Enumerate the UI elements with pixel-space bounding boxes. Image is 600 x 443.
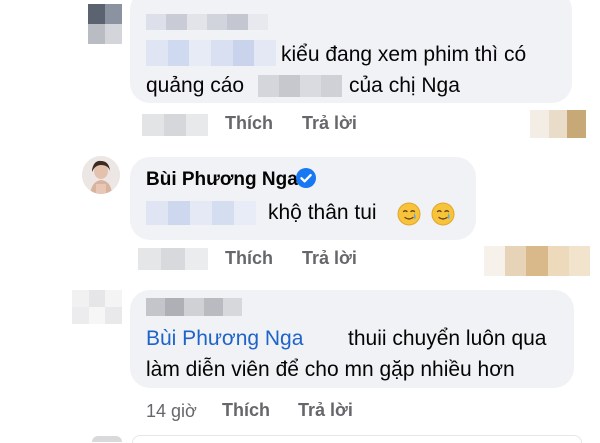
reply-text: khộ thân tui — [268, 201, 377, 224]
reply-button-2[interactable]: Trả lời — [302, 248, 357, 269]
blurred-reactions-2 — [484, 246, 590, 276]
comment-text-line-2b: của chị Nga — [349, 74, 460, 97]
blurred-time-1 — [142, 114, 208, 136]
blurred-time-2 — [138, 248, 208, 270]
avatar-blurred-3[interactable] — [72, 290, 122, 324]
mention-link[interactable]: Bùi Phương Nga — [146, 324, 303, 354]
like-button-2[interactable]: Thích — [225, 248, 273, 269]
blurred-mention-1 — [146, 40, 276, 66]
avatar-partial-bottom — [92, 436, 122, 442]
like-button-3[interactable]: Thích — [222, 400, 270, 421]
avatar-blurred-1[interactable] — [88, 4, 122, 44]
comment-text-line-2a: quảng cáo — [146, 74, 245, 97]
blurred-mention-2 — [146, 201, 256, 225]
crying-smile-emoji — [397, 202, 461, 226]
avatar-bui-phuong-nga[interactable] — [82, 156, 120, 194]
blurred-name-1 — [146, 14, 268, 30]
like-button-1[interactable]: Thích — [225, 113, 273, 134]
blurred-name-3 — [146, 298, 242, 316]
comment-text-3-line-2: làm diễn viên để cho mn gặp nhiều hơn — [146, 358, 515, 381]
blurred-word-1 — [258, 75, 342, 97]
reply-button-3[interactable]: Trả lời — [298, 400, 353, 421]
comment-text-line-1: kiểu đang xem phim thì có — [281, 43, 527, 66]
comment-timestamp[interactable]: 14 giờ — [146, 401, 197, 422]
author-name[interactable]: Bùi Phương Nga — [146, 169, 298, 191]
blurred-reactions-1 — [530, 110, 586, 138]
comment-text-3-line-1: thuii chuyển luôn qua — [348, 327, 547, 350]
reply-button-1[interactable]: Trả lời — [302, 113, 357, 134]
verified-badge-icon — [296, 168, 316, 188]
